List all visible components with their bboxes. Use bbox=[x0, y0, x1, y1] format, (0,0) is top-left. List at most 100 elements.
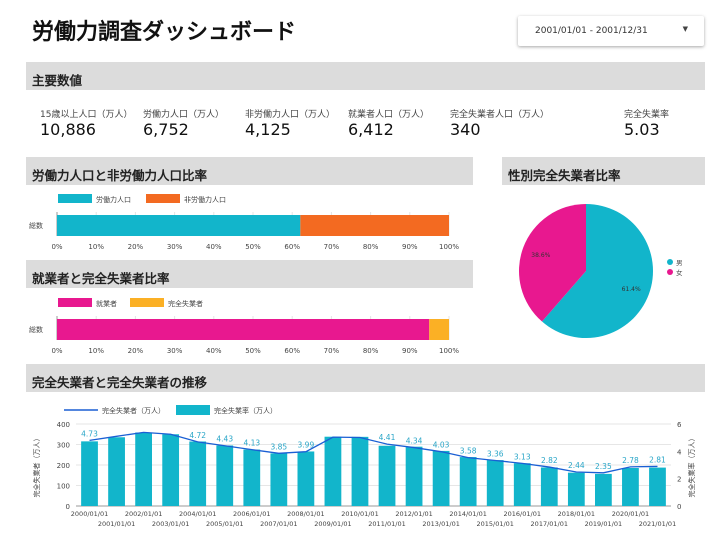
x-tick-label: 100% bbox=[439, 243, 459, 251]
x-tick-label: 2020/01/01 bbox=[612, 510, 649, 518]
x-tick-label: 70% bbox=[324, 243, 340, 251]
x-tick-label: 2017/01/01 bbox=[531, 520, 568, 528]
x-tick-label: 30% bbox=[167, 243, 183, 251]
x-tick-label: 2006/01/01 bbox=[233, 510, 270, 518]
bar bbox=[297, 451, 315, 506]
data-label: 3.58 bbox=[460, 447, 477, 456]
x-tick-label: 2011/01/01 bbox=[368, 520, 405, 528]
x-tick-label: 2000/01/01 bbox=[71, 510, 108, 518]
bar bbox=[486, 460, 504, 506]
bar bbox=[243, 449, 261, 506]
legend-swatch bbox=[58, 194, 92, 203]
trend-chart-header: 完全失業者と完全失業者の推移 bbox=[26, 364, 705, 392]
bar bbox=[216, 445, 234, 506]
data-label: 2.82 bbox=[541, 456, 558, 465]
category-label: 総数 bbox=[29, 221, 43, 230]
y-right-tick-label: 4 bbox=[677, 448, 682, 456]
caret-down-icon: ▼ bbox=[682, 25, 688, 33]
y-tick-label: 200 bbox=[57, 462, 70, 470]
trend-chart-title: 完全失業者と完全失業者の推移 bbox=[32, 375, 208, 390]
x-tick-label: 90% bbox=[402, 243, 418, 251]
date-range-text: 2001/01/01 - 2001/12/31 bbox=[535, 26, 648, 36]
data-label: 3.13 bbox=[514, 452, 531, 461]
x-tick-label: 2013/01/01 bbox=[422, 520, 459, 528]
trend-combo-chart: 完全失業者（万人） 完全失業率（万人） 0 100 200 300 400 0 2 4 6 完全失業者… bbox=[32, 405, 696, 528]
x-tick-label: 50% bbox=[245, 347, 261, 355]
kpi-label: 労働力人口（万人） bbox=[143, 110, 225, 120]
y-tick-label: 300 bbox=[57, 442, 70, 450]
bar bbox=[459, 457, 477, 506]
x-tick-label: 2015/01/01 bbox=[476, 520, 513, 528]
data-label: 4.41 bbox=[379, 433, 396, 442]
legend-dot bbox=[667, 259, 673, 265]
data-label: 3.85 bbox=[270, 442, 287, 451]
data-label: 4.34 bbox=[406, 437, 423, 446]
bar bbox=[162, 434, 180, 506]
bar bbox=[405, 446, 423, 506]
gender-chart-header: 性別完全失業者比率 bbox=[502, 157, 705, 185]
legend-dot bbox=[667, 269, 673, 275]
x-tick-label: 2008/01/01 bbox=[287, 510, 324, 518]
pie-value-label: 38.6% bbox=[531, 252, 550, 259]
data-label: 3.99 bbox=[298, 441, 315, 450]
kpi-label: 完全失業者人口（万人） bbox=[450, 110, 550, 120]
x-tick-label: 70% bbox=[324, 347, 340, 355]
legend-label: 男 bbox=[676, 259, 683, 267]
bar bbox=[351, 436, 369, 506]
employed-chart-header: 就業者と完全失業者比率 bbox=[26, 260, 473, 288]
x-tick-label: 2019/01/01 bbox=[585, 520, 622, 528]
bar bbox=[622, 468, 639, 506]
x-tick-label: 60% bbox=[284, 243, 300, 251]
kpi-unemployment-rate: 完全失業率 5.03 bbox=[624, 107, 669, 139]
date-range-picker[interactable]: 2001/01/01 - 2001/12/31 ▼ bbox=[518, 16, 704, 46]
bar bbox=[595, 473, 612, 506]
x-tick-label: 2014/01/01 bbox=[449, 510, 486, 518]
data-label: 4.72 bbox=[189, 431, 206, 440]
x-tick-label: 90% bbox=[402, 347, 418, 355]
x-tick-label: 20% bbox=[128, 243, 144, 251]
legend-label: 完全失業者（万人） bbox=[102, 406, 165, 415]
bar-segment bbox=[429, 319, 449, 340]
bar bbox=[189, 441, 207, 506]
y-right-tick-label: 0 bbox=[677, 503, 681, 511]
data-label: 4.73 bbox=[81, 429, 98, 438]
x-tick-label: 2009/01/01 bbox=[314, 520, 351, 528]
x-tick-label: 10% bbox=[88, 347, 104, 355]
bar bbox=[81, 441, 98, 506]
kpi-label: 非労働力人口（万人） bbox=[245, 110, 336, 120]
x-tick-label: 30% bbox=[167, 347, 183, 355]
x-tick-label: 100% bbox=[439, 347, 459, 355]
kpi-non-labor-force: 非労働力人口（万人） 4,125 bbox=[245, 107, 335, 139]
legend-label: 非労働力人口 bbox=[184, 195, 226, 204]
kpi-unemployed: 完全失業者人口（万人） 340 bbox=[450, 107, 549, 139]
labor-chart-title: 労働力人口と非労働力人口比率 bbox=[32, 168, 208, 183]
y-tick-label: 0 bbox=[66, 503, 70, 511]
kpi-value: 340 bbox=[450, 120, 481, 139]
y-right-tick-label: 6 bbox=[677, 421, 682, 429]
legend-label: 就業者 bbox=[96, 299, 117, 308]
x-tick-label: 40% bbox=[206, 243, 222, 251]
bar bbox=[649, 467, 666, 506]
data-label: 2.35 bbox=[595, 462, 612, 471]
bar bbox=[135, 432, 152, 506]
bar-segment bbox=[300, 215, 449, 236]
x-tick-label: 80% bbox=[363, 347, 379, 355]
kpi-section-header: 主要数値 bbox=[26, 62, 705, 90]
data-label: 2.81 bbox=[649, 455, 666, 464]
category-label: 総数 bbox=[29, 325, 43, 334]
kpi-value: 6,412 bbox=[348, 120, 394, 139]
kpi-employed: 就業者人口（万人） 6,412 bbox=[348, 107, 429, 139]
x-tick-label: 40% bbox=[206, 347, 222, 355]
legend-label: 完全失業率（万人） bbox=[214, 406, 277, 415]
bar-segment bbox=[57, 319, 430, 340]
kpi-population: 15歳以上人口（万人） 10,886 bbox=[40, 107, 132, 139]
employed-ratio-chart: 就業者 完全失業者 0% 10% 20% 30% 40% 50% 60% 70% 80% 90% 100… bbox=[29, 298, 459, 355]
bar bbox=[432, 450, 450, 506]
bar bbox=[567, 472, 585, 506]
legend-label: 労働力人口 bbox=[96, 195, 131, 204]
x-tick-label: 20% bbox=[128, 347, 144, 355]
x-tick-label: 2018/01/01 bbox=[558, 510, 595, 518]
gender-pie-chart: 61.4% 38.6% 男女 bbox=[519, 204, 683, 338]
employed-chart-title: 就業者と完全失業者比率 bbox=[32, 271, 170, 286]
legend-swatch bbox=[176, 405, 210, 415]
